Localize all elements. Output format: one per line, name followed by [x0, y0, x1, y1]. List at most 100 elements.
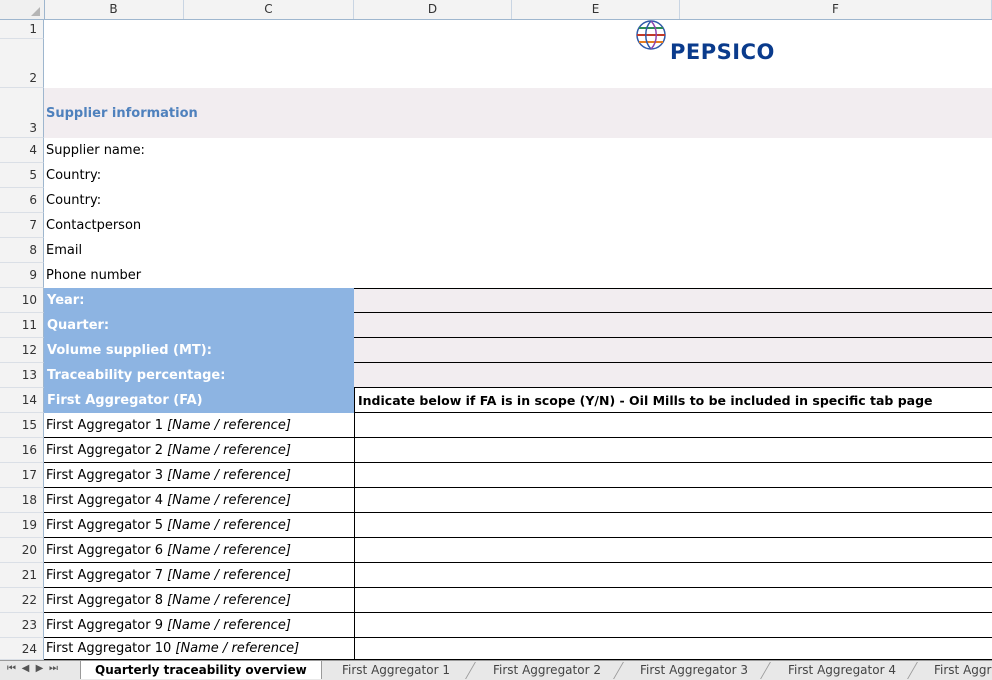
row-header[interactable]: 13 — [0, 363, 44, 388]
row-header[interactable]: 3 — [0, 88, 44, 138]
row-header[interactable]: 10 — [0, 288, 44, 313]
tab-first-aggregator-2[interactable]: First Aggregator 2 — [479, 661, 615, 679]
aggregator-reference: [Name / reference] — [167, 618, 291, 633]
row-header[interactable]: 20 — [0, 538, 44, 563]
row-header[interactable]: 17 — [0, 463, 44, 488]
traceability-percentage-label[interactable]: Traceability percentage: — [44, 363, 354, 388]
aggregator-row-4[interactable]: First Aggregator 4 [Name / reference] — [44, 488, 355, 513]
row-header[interactable]: 21 — [0, 563, 44, 588]
aggregator-scope-input[interactable] — [355, 488, 992, 513]
row-header[interactable]: 2 — [0, 39, 44, 88]
tab-first-aggregator-4[interactable]: First Aggregator 4 — [774, 661, 910, 679]
column-header-c[interactable]: C — [184, 0, 354, 19]
first-aggregator-header[interactable]: First Aggregator (FA) — [44, 388, 354, 413]
section-title: Supplier information — [46, 106, 198, 121]
row-header[interactable]: 12 — [0, 338, 44, 363]
aggregator-reference: [Name / reference] — [167, 568, 291, 583]
row-header[interactable]: 19 — [0, 513, 44, 538]
country-label[interactable]: Country: — [44, 163, 354, 188]
aggregator-name: First Aggregator 6 — [46, 543, 163, 558]
column-header-d[interactable]: D — [354, 0, 512, 19]
aggregator-reference: [Name / reference] — [167, 543, 291, 558]
aggregator-row-3[interactable]: First Aggregator 3 [Name / reference] — [44, 463, 355, 488]
column-header-f[interactable]: F — [680, 0, 992, 19]
first-sheet-icon[interactable]: ⏮ — [6, 663, 17, 674]
tab-first-aggregator-3[interactable]: First Aggregator 3 — [626, 661, 762, 679]
column-header-e[interactable]: E — [512, 0, 680, 19]
contact-person-label[interactable]: Contactperson — [44, 213, 354, 238]
year-input[interactable] — [354, 288, 992, 313]
aggregator-scope-input[interactable] — [355, 538, 992, 563]
aggregator-reference: [Name / reference] — [167, 493, 291, 508]
row-header[interactable]: 6 — [0, 188, 44, 213]
next-sheet-icon[interactable]: ▶ — [34, 663, 45, 674]
pepsico-logo: PEPSICO — [634, 18, 834, 72]
aggregator-name: First Aggregator 2 — [46, 443, 163, 458]
aggregator-row-2[interactable]: First Aggregator 2 [Name / reference] — [44, 438, 355, 463]
aggregator-scope-input[interactable] — [355, 588, 992, 613]
column-header-bar: B C D E F — [0, 0, 992, 20]
aggregator-name: First Aggregator 7 — [46, 568, 163, 583]
traceability-percentage-input[interactable] — [354, 363, 992, 388]
aggregator-row-7[interactable]: First Aggregator 7 [Name / reference] — [44, 563, 355, 588]
quarter-label[interactable]: Quarter: — [44, 313, 354, 338]
aggregator-row-8[interactable]: First Aggregator 8 [Name / reference] — [44, 588, 355, 613]
worksheet-grid[interactable]: PEPSICO Supplier information Supplier na… — [44, 20, 992, 660]
row-header[interactable]: 15 — [0, 413, 44, 438]
select-all-corner[interactable] — [0, 0, 45, 19]
aggregator-scope-input[interactable] — [355, 638, 992, 660]
row-header[interactable]: 9 — [0, 263, 44, 288]
aggregator-scope-input[interactable] — [355, 413, 992, 438]
aggregator-reference: [Name / reference] — [167, 418, 291, 433]
aggregator-scope-input[interactable] — [355, 438, 992, 463]
volume-supplied-input[interactable] — [354, 338, 992, 363]
aggregator-row-10[interactable]: First Aggregator 10 [Name / reference] — [44, 638, 355, 660]
aggregator-row-5[interactable]: First Aggregator 5 [Name / reference] — [44, 513, 355, 538]
email-label[interactable]: Email — [44, 238, 354, 263]
tab-separator — [465, 662, 476, 679]
aggregator-scope-input[interactable] — [355, 563, 992, 588]
aggregator-row-9[interactable]: First Aggregator 9 [Name / reference] — [44, 613, 355, 638]
aggregator-name: First Aggregator 9 — [46, 618, 163, 633]
fa-scope-instruction[interactable]: Indicate below if FA is in scope (Y/N) -… — [354, 388, 992, 413]
aggregator-name: First Aggregator 1 — [46, 418, 163, 433]
tab-first-aggregator-1[interactable]: First Aggregator 1 — [328, 661, 464, 679]
row-header[interactable]: 22 — [0, 588, 44, 613]
row-header[interactable]: 14 — [0, 388, 44, 413]
last-sheet-icon[interactable]: ⏭ — [48, 663, 59, 674]
row-header[interactable]: 16 — [0, 438, 44, 463]
row-header[interactable]: 23 — [0, 613, 44, 638]
aggregator-reference: [Name / reference] — [167, 443, 291, 458]
aggregator-reference: [Name / reference] — [167, 518, 291, 533]
aggregator-scope-input[interactable] — [355, 513, 992, 538]
aggregator-row-6[interactable]: First Aggregator 6 [Name / reference] — [44, 538, 355, 563]
column-header-b[interactable]: B — [44, 0, 184, 19]
globe-icon — [636, 20, 666, 50]
aggregator-scope-input[interactable] — [355, 463, 992, 488]
phone-number-label[interactable]: Phone number — [44, 263, 354, 288]
prev-sheet-icon[interactable]: ◀ — [20, 663, 31, 674]
row-header[interactable]: 7 — [0, 213, 44, 238]
row-header[interactable]: 4 — [0, 138, 44, 163]
aggregator-name: First Aggregator 8 — [46, 593, 163, 608]
row-header[interactable]: 1 — [0, 20, 44, 39]
aggregator-scope-input[interactable] — [355, 613, 992, 638]
logo-wordmark: PEPSICO — [670, 40, 775, 64]
row-header[interactable]: 11 — [0, 313, 44, 338]
aggregator-name: First Aggregator 10 — [46, 641, 172, 656]
aggregator-name: First Aggregator 3 — [46, 468, 163, 483]
tab-quarterly-traceability-overview[interactable]: Quarterly traceability overview — [80, 661, 322, 679]
row-header[interactable]: 18 — [0, 488, 44, 513]
row-header[interactable]: 5 — [0, 163, 44, 188]
aggregator-reference: [Name / reference] — [175, 641, 300, 656]
tab-first-aggregator-5[interactable]: First Aggr — [920, 661, 992, 679]
aggregator-row-1[interactable]: First Aggregator 1 [Name / reference] — [44, 413, 355, 438]
country-label-2[interactable]: Country: — [44, 188, 354, 213]
supplier-name-label[interactable]: Supplier name: — [44, 138, 354, 163]
row-header[interactable]: 8 — [0, 238, 44, 263]
quarter-input[interactable] — [354, 313, 992, 338]
sheet-tab-bar: ⏮ ◀ ▶ ⏭ Quarterly traceability overview … — [0, 660, 992, 680]
year-label[interactable]: Year: — [44, 288, 354, 313]
row-header[interactable]: 24 — [0, 638, 44, 660]
volume-supplied-label[interactable]: Volume supplied (MT): — [44, 338, 354, 363]
